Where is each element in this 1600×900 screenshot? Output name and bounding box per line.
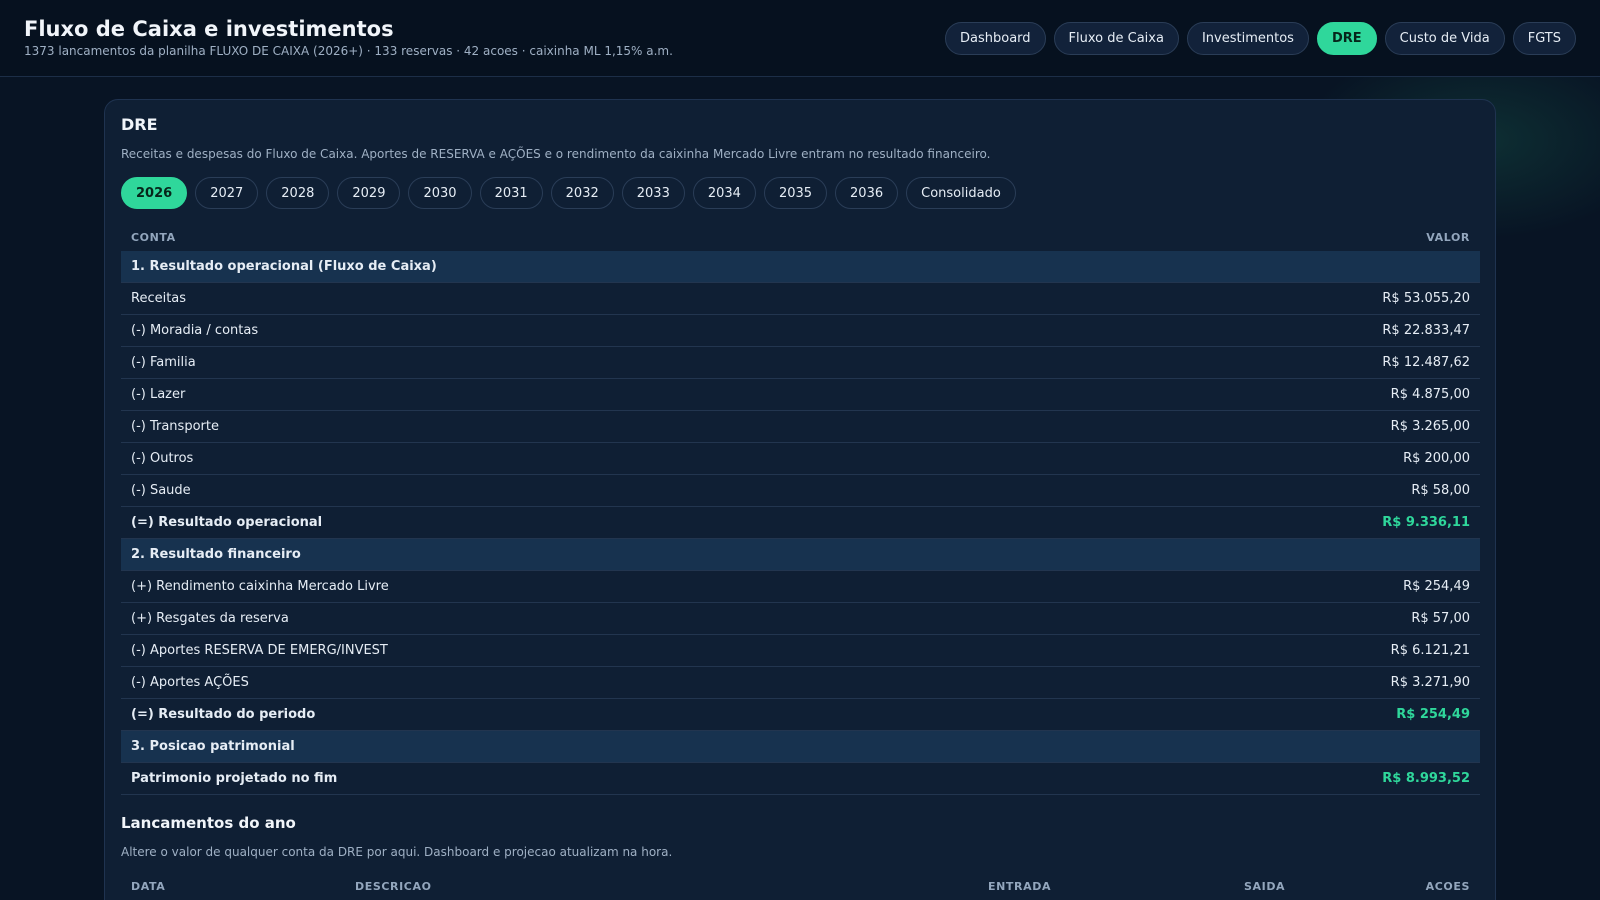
year-tab-2031[interactable]: 2031	[479, 177, 543, 209]
row-label: (+) Rendimento caixinha Mercado Livre	[131, 579, 389, 594]
table-row: (-) Aportes AÇÕES R$ 3.271,90	[121, 667, 1480, 699]
row-label: (-) Lazer	[131, 387, 186, 402]
nav-custo-de-vida-button[interactable]: Custo de Vida	[1384, 22, 1505, 55]
row-value: R$ 12.487,62	[1382, 355, 1470, 370]
row-value: R$ 4.875,00	[1390, 387, 1470, 402]
year-selector: 2026 2027 2028 2029 2030 2031 2032 2033 2034 2035…	[121, 177, 1016, 209]
row-label: (-) Saude	[131, 483, 191, 498]
dre-group-row: 1. Resultado operacional (Fluxo de Caixa…	[121, 251, 1480, 283]
nav-fluxo-de-caixa-button[interactable]: Fluxo de Caixa	[1053, 22, 1179, 55]
app-header: Fluxo de Caixa e investimentos 1373 lanc…	[0, 0, 1600, 77]
dre-title: DRE	[121, 115, 158, 134]
table-row: Receitas R$ 53.055,20	[121, 283, 1480, 315]
row-label: (=) Resultado operacional	[131, 515, 323, 530]
year-tab-2034[interactable]: 2034	[692, 177, 756, 209]
nav-fgts-button[interactable]: FGTS	[1512, 22, 1576, 55]
column-header-descricao: DESCRICAO	[355, 880, 432, 893]
lancamentos-table-header: DATA DESCRICAO ENTRADA SAIDA ACOES	[121, 858, 1480, 893]
table-row: (-) Aportes RESERVA DE EMERG/INVEST R$ 6.…	[121, 635, 1480, 667]
lancamentos-description: Altere o valor de qualquer conta da DRE …	[121, 845, 673, 859]
column-header-saida: SAIDA	[1244, 880, 1286, 893]
table-row: (-) Familia R$ 12.487,62	[121, 347, 1480, 379]
dre-table-header: CONTA VALOR	[121, 223, 1480, 251]
row-label: (-) Familia	[131, 355, 196, 370]
table-row: (-) Lazer R$ 4.875,00	[121, 379, 1480, 411]
year-tab-2033[interactable]: 2033	[621, 177, 685, 209]
row-label: 2. Resultado financeiro	[131, 547, 301, 562]
main-nav: Dashboard Fluxo de Caixa Investimentos DRE C…	[945, 22, 1576, 55]
row-label: Receitas	[131, 291, 187, 306]
row-value: R$ 57,00	[1411, 611, 1470, 626]
row-label: (-) Transporte	[131, 419, 219, 434]
row-value: R$ 8.993,52	[1382, 771, 1470, 786]
row-value: R$ 6.121,21	[1390, 643, 1470, 658]
year-tab-consolidado[interactable]: Consolidado	[906, 177, 1016, 209]
row-label: 3. Posicao patrimonial	[131, 739, 295, 754]
table-row: (+) Resgates da reserva R$ 57,00	[121, 603, 1480, 635]
year-tab-2035[interactable]: 2035	[763, 177, 828, 209]
row-label: (-) Aportes RESERVA DE EMERG/INVEST	[131, 643, 388, 658]
dre-total-row: Patrimonio projetado no fim R$ 8.993,52	[121, 763, 1480, 795]
nav-investimentos-button[interactable]: Investimentos	[1186, 22, 1309, 55]
row-value: R$ 9.336,11	[1382, 515, 1470, 530]
row-value: R$ 3.265,00	[1390, 419, 1470, 434]
dre-description: Receitas e despesas do Fluxo de Caixa. A…	[121, 147, 991, 161]
year-tab-2028[interactable]: 2028	[266, 177, 330, 209]
dre-total-row: (=) Resultado do periodo R$ 254,49	[121, 699, 1480, 731]
dre-total-row: (=) Resultado operacional R$ 9.336,11	[121, 507, 1480, 539]
row-label: (-) Aportes AÇÕES	[131, 675, 249, 690]
column-header-acoes: ACOES	[1425, 880, 1470, 893]
table-row: (-) Transporte R$ 3.265,00	[121, 411, 1480, 443]
column-header-data: DATA	[131, 880, 166, 893]
nav-dashboard-button[interactable]: Dashboard	[945, 22, 1046, 55]
row-label: (-) Outros	[131, 451, 194, 466]
row-value: R$ 200,00	[1403, 451, 1470, 466]
column-header-conta: CONTA	[131, 230, 176, 244]
year-tab-2032[interactable]: 2032	[550, 177, 614, 209]
year-tab-2029[interactable]: 2029	[337, 177, 401, 209]
row-value: R$ 53.055,20	[1382, 291, 1470, 306]
table-row: (+) Rendimento caixinha Mercado Livre R$ …	[121, 571, 1480, 603]
lancamentos-title: Lancamentos do ano	[121, 814, 296, 832]
row-value: R$ 3.271,90	[1390, 675, 1470, 690]
table-row: (-) Outros R$ 200,00	[121, 443, 1480, 475]
row-value: R$ 22.833,47	[1382, 323, 1470, 338]
row-label: (+) Resgates da reserva	[131, 611, 289, 626]
dre-card: DRE Receitas e despesas do Fluxo de Caix…	[104, 99, 1496, 900]
app-title: Fluxo de Caixa e investimentos	[24, 17, 394, 41]
dre-table-body: 1. Resultado operacional (Fluxo de Caixa…	[121, 251, 1480, 795]
app-subtitle: 1373 lancamentos da planilha FLUXO DE CA…	[24, 44, 673, 58]
row-label: (=) Resultado do periodo	[131, 707, 316, 722]
table-row: (-) Saude R$ 58,00	[121, 475, 1480, 507]
column-header-entrada: ENTRADA	[988, 880, 1052, 893]
row-label: (-) Moradia / contas	[131, 323, 259, 338]
dre-group-row: 3. Posicao patrimonial	[121, 731, 1480, 763]
row-value: R$ 58,00	[1411, 483, 1470, 498]
dre-group-row: 2. Resultado financeiro	[121, 539, 1480, 571]
year-tab-2036[interactable]: 2036	[835, 177, 899, 209]
row-value: R$ 254,49	[1396, 707, 1470, 722]
table-row: (-) Moradia / contas R$ 22.833,47	[121, 315, 1480, 347]
year-tab-2026[interactable]: 2026	[121, 177, 188, 209]
dre-table: CONTA VALOR 1. Resultado operacional (Fl…	[121, 223, 1480, 795]
year-tab-2027[interactable]: 2027	[195, 177, 259, 209]
row-label: Patrimonio projetado no fim	[131, 771, 338, 786]
row-label: 1. Resultado operacional (Fluxo de Caixa…	[131, 259, 437, 274]
column-header-valor: VALOR	[1426, 230, 1470, 244]
nav-dre-button[interactable]: DRE	[1316, 22, 1377, 55]
year-tab-2030[interactable]: 2030	[408, 177, 472, 209]
row-value: R$ 254,49	[1403, 579, 1470, 594]
